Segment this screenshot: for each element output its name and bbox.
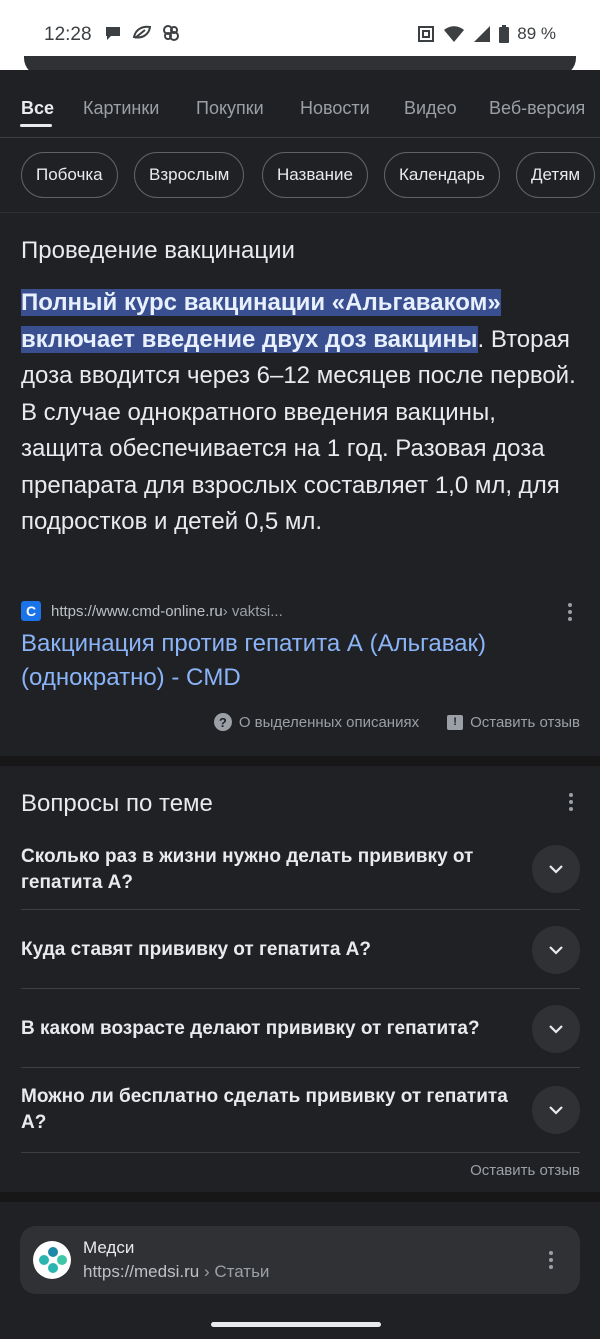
snippet-highlight: Полный курс вакцинации «Альгаваком»: [21, 289, 501, 316]
signal-icon: [474, 26, 491, 42]
chip-calendar[interactable]: Календарь: [384, 152, 500, 198]
next-result-area: Медси https://medsi.ru › Статьи: [0, 1202, 600, 1339]
question-item[interactable]: В каком возрасте делают прививку от гепа…: [21, 989, 580, 1068]
tab-news[interactable]: Новости: [300, 98, 370, 119]
snippet-highlight: включает введение двух доз вакцины: [21, 325, 478, 353]
question-item[interactable]: Куда ставят прививку от гепатита А?: [21, 910, 580, 989]
tab-images[interactable]: Картинки: [83, 98, 159, 119]
chevron-down-icon[interactable]: [532, 926, 580, 974]
cmd-favicon-icon: C: [21, 601, 41, 621]
gesture-nav-bar[interactable]: [211, 1322, 381, 1327]
medsi-logo-icon: [33, 1241, 71, 1279]
source-url: https://www.cmd-online.ru: [51, 602, 223, 620]
chevron-down-icon[interactable]: [532, 1086, 580, 1134]
active-tab-indicator: [20, 124, 52, 127]
wifi-icon: [444, 26, 465, 42]
source-breadcrumb: › vaktsi...: [222, 602, 283, 620]
chip-name[interactable]: Название: [262, 152, 368, 198]
status-time: 12:28: [44, 24, 92, 45]
question-item[interactable]: Можно ли бесплатно сделать прививку от г…: [21, 1068, 580, 1153]
battery-percent: 89 %: [517, 24, 556, 43]
medsi-result-card[interactable]: Медси https://medsi.ru › Статьи: [20, 1226, 580, 1294]
snippet-feedback-link[interactable]: ! Оставить отзыв: [447, 714, 580, 731]
nfc-icon: [418, 26, 435, 42]
tab-shopping[interactable]: Покупки: [196, 98, 264, 119]
chat-bubble-icon: [106, 27, 120, 40]
question-text: Куда ставят прививку от гепатита А?: [21, 939, 371, 960]
about-snippets-label: О выделенных описаниях: [238, 713, 420, 731]
question-text: В каком возрасте делают прививку от гепа…: [21, 1018, 480, 1039]
result-link[interactable]: Вакцинация против гепатита А (Альгавак) …: [21, 627, 581, 695]
source-row[interactable]: C https://www.cmd-online.ru › vaktsi...: [21, 599, 581, 623]
site-url-domain: https://medsi.ru: [83, 1262, 200, 1281]
battery-icon: [499, 25, 510, 43]
tab-web[interactable]: Веб-версия: [489, 98, 585, 119]
chip-adults[interactable]: Взрослым: [134, 152, 245, 198]
search-tabs: Все Картинки Покупки Новости Видео Веб-в…: [0, 70, 600, 138]
more-options-icon[interactable]: [539, 1248, 563, 1272]
more-options-icon[interactable]: [559, 790, 583, 814]
snippet-text: Полный курс вакцинации «Альгаваком» включ…: [21, 285, 581, 541]
featured-snippet: Проведение вакцинации Полный курс вакцин…: [0, 212, 600, 756]
filter-chips: Побочка Взрослым Название Календарь Детя…: [0, 138, 600, 212]
snippet-feedback-label: Оставить отзыв: [470, 713, 580, 731]
questions-feedback-link[interactable]: Оставить отзыв: [470, 1162, 580, 1179]
chip-children[interactable]: Детям: [516, 152, 596, 198]
section-divider: [0, 756, 600, 766]
chip-side-effects[interactable]: Побочка: [21, 152, 118, 198]
tab-all[interactable]: Все: [21, 98, 54, 119]
site-name: Медси: [83, 1238, 135, 1257]
snippet-rest: . Вторая доза вводится через 6–12 месяце…: [21, 325, 576, 536]
related-questions: Вопросы по теме Сколько раз в жизни нужн…: [0, 766, 600, 1192]
question-text: Сколько раз в жизни нужно делать прививк…: [21, 846, 474, 893]
feedback-icon: !: [447, 714, 464, 730]
leaf-icon: [132, 25, 152, 39]
about-snippets-link[interactable]: ? О выделенных описаниях: [213, 713, 420, 731]
tab-video[interactable]: Видео: [404, 98, 457, 119]
site-url: https://medsi.ru › Статьи: [83, 1262, 269, 1282]
chevron-down-icon[interactable]: [532, 1005, 580, 1053]
help-icon: ?: [213, 713, 232, 731]
question-text: Можно ли бесплатно сделать прививку от г…: [21, 1086, 508, 1133]
question-item[interactable]: Сколько раз в жизни нужно делать прививк…: [21, 830, 580, 910]
more-options-icon[interactable]: [558, 600, 582, 624]
pinwheel-icon: [163, 25, 179, 41]
snippet-title: Проведение вакцинации: [21, 237, 295, 264]
site-url-breadcrumb: › Статьи: [199, 1262, 270, 1281]
section-divider: [0, 1192, 600, 1202]
chevron-down-icon[interactable]: [532, 845, 580, 893]
related-questions-title: Вопросы по теме: [21, 790, 213, 817]
